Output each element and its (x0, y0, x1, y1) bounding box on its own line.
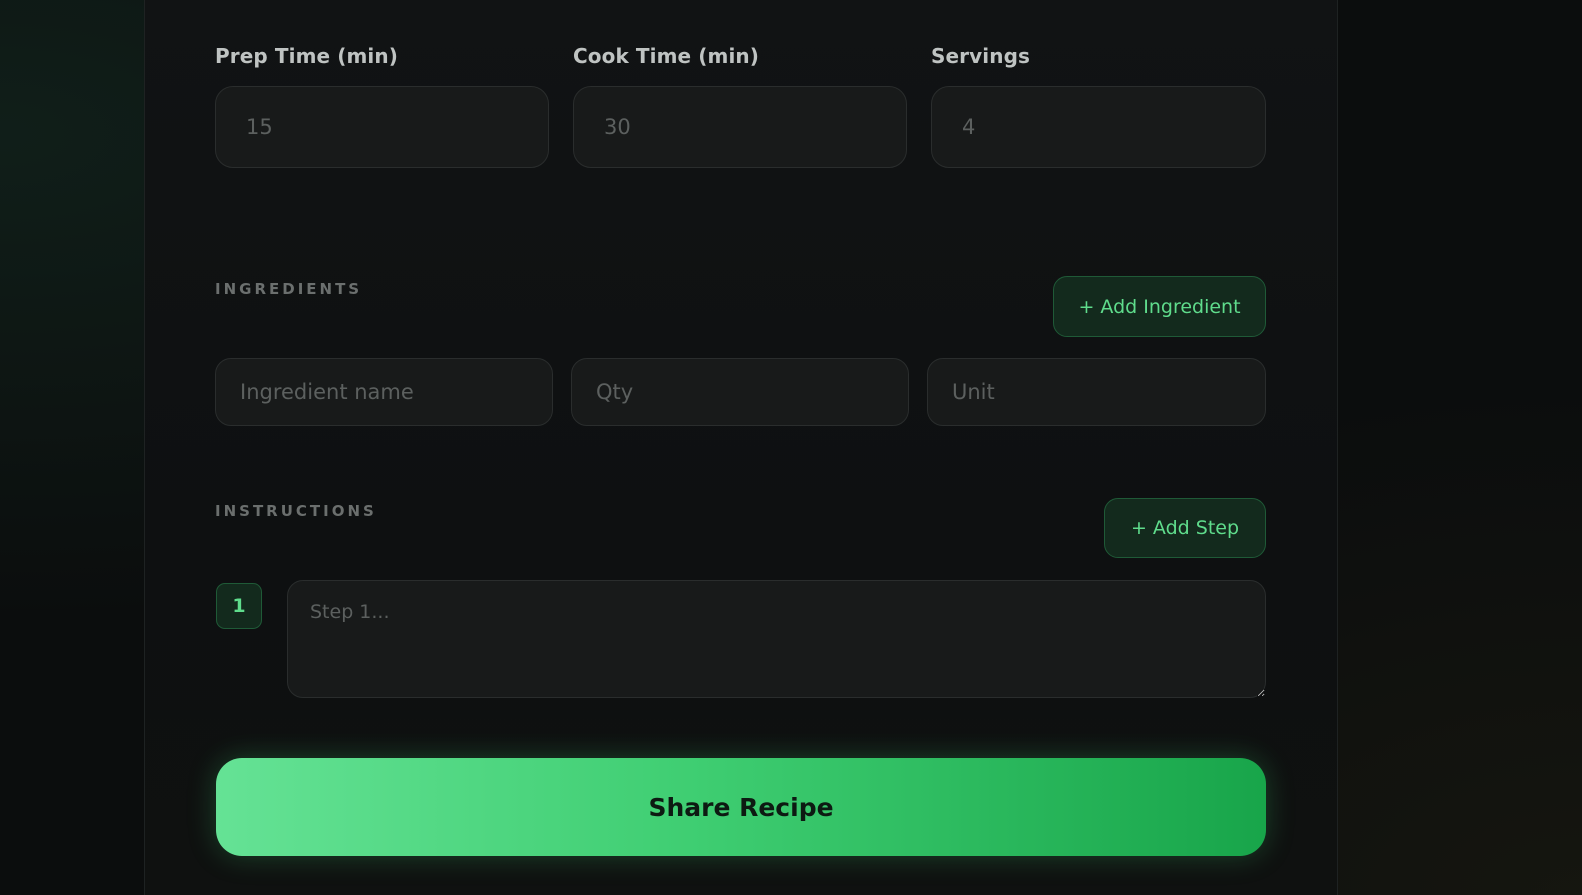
cook-time-label: Cook Time (min) (573, 44, 760, 68)
add-step-button[interactable]: + Add Step (1104, 498, 1266, 558)
servings-input[interactable] (931, 86, 1266, 168)
share-recipe-button[interactable]: Share Recipe (216, 758, 1266, 856)
ingredient-qty-input[interactable] (571, 358, 909, 426)
prep-time-label: Prep Time (min) (215, 44, 398, 68)
add-ingredient-button[interactable]: + Add Ingredient (1053, 276, 1266, 337)
ingredient-name-input[interactable] (215, 358, 553, 426)
ingredients-section-title: INGREDIENTS (215, 280, 363, 298)
cook-time-input[interactable] (573, 86, 907, 168)
servings-label: Servings (931, 44, 1030, 68)
ingredient-unit-input[interactable] (927, 358, 1266, 426)
step-number-badge: 1 (216, 583, 262, 629)
prep-time-input[interactable] (215, 86, 549, 168)
instructions-section-title: INSTRUCTIONS (215, 502, 377, 520)
step-1-textarea[interactable] (287, 580, 1266, 698)
